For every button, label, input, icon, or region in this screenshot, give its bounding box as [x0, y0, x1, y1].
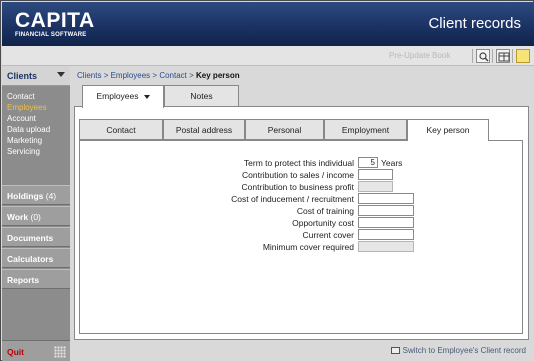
sidebar-section-work[interactable]: Work (0)	[2, 206, 70, 226]
sidebar-item-contact[interactable]: Contact	[7, 92, 35, 101]
form-row-minimum-cover: Minimum cover required	[80, 241, 524, 252]
inducement-cost-field[interactable]	[358, 193, 414, 204]
section-label: Holdings	[7, 191, 44, 201]
sidebar-section-documents[interactable]: Documents	[2, 227, 70, 247]
breadcrumb: Clients > Employees > Contact > Key pers…	[77, 71, 240, 80]
zoom-icon[interactable]	[476, 49, 490, 63]
section-label: Documents	[7, 233, 54, 243]
field-label: Contribution to business profit	[241, 182, 354, 192]
section-count: (4)	[45, 191, 57, 201]
form-row-opportunity-cost: Opportunity cost	[80, 217, 524, 228]
field-label: Cost of training	[296, 206, 354, 216]
breadcrumb-current: Key person	[196, 71, 240, 80]
key-person-form: Term to protect this individual 5 Years …	[79, 140, 523, 334]
subtab-key-person[interactable]: Key person	[407, 119, 489, 141]
chevron-down-icon	[57, 72, 65, 77]
sidebar-section-reports[interactable]: Reports	[2, 269, 70, 289]
current-cover-field[interactable]	[358, 229, 414, 240]
form-row-term: Term to protect this individual 5 Years	[80, 157, 524, 168]
sales-contribution-field[interactable]	[358, 169, 393, 180]
breadcrumb-link-contact[interactable]: Contact	[159, 71, 187, 80]
section-label: Calculators	[7, 254, 54, 264]
tab-notes-label: Notes	[190, 91, 213, 101]
section-label: Work	[7, 212, 29, 222]
profit-contribution-field[interactable]	[358, 181, 393, 192]
logo-subtitle: FINANCIAL SOFTWARE	[15, 32, 87, 38]
sidebar-footer: Quit	[2, 340, 70, 361]
form-row-training-cost: Cost of training	[80, 205, 524, 216]
field-label: Cost of inducement / recruitment	[231, 194, 354, 204]
tab-notes[interactable]: Notes	[164, 85, 239, 106]
app-window: CAPITA FINANCIAL SOFTWARE Client records…	[0, 0, 534, 361]
sub-tabs: Contact Postal address Personal Employme…	[79, 119, 523, 141]
switch-client-record-label: Switch to Employee's Client record	[402, 346, 526, 355]
form-row-current-cover: Current cover	[80, 229, 524, 240]
training-cost-field[interactable]	[358, 205, 414, 216]
breadcrumb-separator: >	[103, 71, 109, 80]
quit-button[interactable]: Quit	[7, 347, 24, 357]
resize-grip-icon[interactable]	[54, 346, 66, 358]
section-count: (0)	[30, 212, 41, 222]
app-title: Client records	[428, 15, 521, 32]
form-row-sales-contribution: Contribution to sales / income	[80, 169, 524, 180]
toolbar-divider	[492, 49, 493, 63]
breadcrumb-link-employees[interactable]: Employees	[111, 71, 151, 80]
form-row-inducement-cost: Cost of inducement / recruitment	[80, 193, 524, 204]
field-label: Contribution to sales / income	[242, 170, 354, 180]
switch-record-icon	[390, 347, 400, 355]
sidebar-item-data-upload[interactable]: Data upload	[7, 125, 50, 134]
sidebar-item-employees[interactable]: Employees	[7, 103, 47, 112]
term-field[interactable]: 5	[358, 157, 378, 168]
sidebar-section-holdings[interactable]: Holdings (4)	[2, 185, 70, 205]
employees-panel: Contact Postal address Personal Employme…	[74, 106, 529, 340]
field-label: Term to protect this individual	[243, 158, 354, 168]
grid-icon[interactable]	[496, 49, 510, 63]
sidebar-item-servicing[interactable]: Servicing	[7, 147, 40, 156]
term-unit: Years	[381, 158, 403, 168]
breadcrumb-separator: >	[189, 71, 194, 80]
breadcrumb-link-clients[interactable]: Clients	[77, 71, 101, 80]
tab-employees-label: Employees	[96, 91, 139, 101]
main-area: Clients > Employees > Contact > Key pers…	[70, 66, 534, 361]
app-header: CAPITA FINANCIAL SOFTWARE Client records	[2, 2, 534, 46]
subtab-employment[interactable]: Employment	[324, 119, 407, 140]
sidebar-item-account[interactable]: Account	[7, 114, 36, 123]
subtab-contact[interactable]: Contact	[79, 119, 163, 140]
form-row-profit-contribution: Contribution to business profit	[80, 181, 524, 192]
subtab-postal-address[interactable]: Postal address	[163, 119, 245, 140]
switch-client-record-link[interactable]: Switch to Employee's Client record	[390, 346, 526, 355]
toolbar-divider	[472, 49, 473, 63]
tab-employees[interactable]: Employees	[82, 85, 164, 108]
field-label: Current cover	[302, 230, 355, 240]
breadcrumb-separator: >	[152, 71, 158, 80]
toolbar-faded-text: Pre-Update Book	[389, 51, 451, 60]
sidebar-header-clients[interactable]: Clients	[2, 66, 70, 86]
opportunity-cost-field[interactable]	[358, 217, 414, 228]
field-label: Opportunity cost	[292, 218, 354, 228]
sidebar-section-calculators[interactable]: Calculators	[2, 248, 70, 268]
sidebar-header-label: Clients	[7, 71, 38, 81]
sidebar-item-marketing[interactable]: Marketing	[7, 136, 42, 145]
sidebar: Clients Contact Employees Account Data u…	[2, 66, 70, 361]
chevron-down-icon[interactable]	[143, 94, 150, 99]
sidebar-subnav: Contact Employees Account Data upload Ma…	[2, 87, 70, 199]
toolbar-divider	[512, 49, 513, 63]
top-tabs: Employees Notes	[76, 85, 526, 108]
toolbar: Pre-Update Book	[2, 46, 534, 66]
subtab-personal[interactable]: Personal	[245, 119, 324, 140]
note-icon[interactable]	[516, 49, 530, 63]
section-label: Reports	[7, 275, 40, 285]
capita-logo: CAPITA FINANCIAL SOFTWARE	[15, 9, 95, 38]
logo-brand: CAPITA	[15, 9, 95, 32]
field-label: Minimum cover required	[262, 242, 354, 252]
status-bar: Switch to Employee's Client record	[70, 341, 534, 361]
minimum-cover-field	[358, 241, 414, 252]
